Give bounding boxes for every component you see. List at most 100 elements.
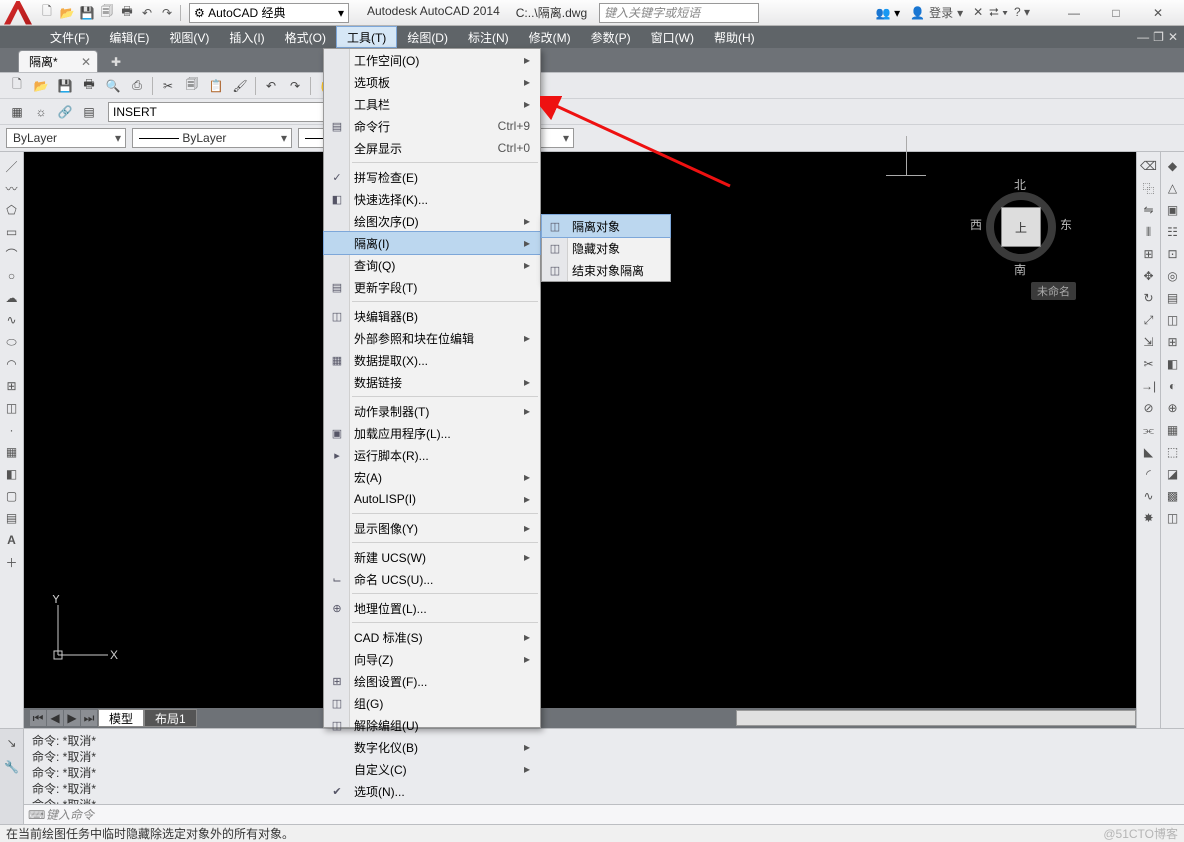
copy-icon[interactable]: ⿻ [1139,178,1159,198]
menu-item-全屏显示[interactable]: 全屏显示Ctrl+0 [324,137,540,159]
join-icon[interactable]: ⫘ [1139,420,1159,440]
menu-帮助(H)[interactable]: 帮助(H) [704,26,765,48]
palette5-icon[interactable]: ⊡ [1163,244,1183,264]
viewcube-south[interactable]: 南 [1014,261,1026,278]
move-icon[interactable]: ✥ [1139,266,1159,286]
infocenter-search-icon[interactable]: 👥 ▾ [876,6,900,20]
mdi-restore-icon[interactable]: ❐ [1153,30,1164,44]
mirror-icon[interactable]: ⇋ [1139,200,1159,220]
menu-绘图(D)[interactable]: 绘图(D) [397,26,458,48]
tab-model[interactable]: 模型 [98,709,144,727]
array-icon[interactable]: ⊞ [1139,244,1159,264]
insertblock-icon[interactable]: ⊞ [2,376,22,396]
qat-print-icon[interactable]: 🖶 [118,4,136,22]
help-icon[interactable]: ? ▾ [1014,5,1030,20]
menu-文件(F)[interactable]: 文件(F) [40,26,99,48]
menu-修改(M)[interactable]: 修改(M) [519,26,581,48]
menu-item-命令行[interactable]: ▤命令行Ctrl+9 [324,115,540,137]
stretch-icon[interactable]: ⇲ [1139,332,1159,352]
menu-item-加载应用程序(L)...[interactable]: ▣加载应用程序(L)... [324,422,540,444]
save-icon[interactable]: 💾 [54,75,76,97]
tab-next-icon[interactable]: ▶ [64,710,80,726]
menu-item-外部参照和块在位编辑[interactable]: 外部参照和块在位编辑▸ [324,327,540,349]
mdi-close-icon[interactable]: ✕ [1168,30,1178,44]
exchange-icon[interactable]: ✕ [973,5,983,20]
qat-save-icon[interactable]: 💾 [78,4,96,22]
menu-item-绘图次序(D)[interactable]: 绘图次序(D)▸ [324,210,540,232]
named-view-label[interactable]: 未命名 [1031,282,1076,300]
cmd-recent-icon[interactable]: ↘ [2,733,22,753]
redo-icon[interactable]: ↷ [284,75,306,97]
offset-icon[interactable]: ⫴ [1139,222,1159,242]
tab-layout1[interactable]: 布局1 [144,709,197,727]
palette16-icon[interactable]: ▩ [1163,486,1183,506]
palette1-icon[interactable]: ◆ [1163,156,1183,176]
menu-item-更新字段(T)[interactable]: ▤更新字段(T) [324,276,540,298]
makeblock-icon[interactable]: ◫ [2,398,22,418]
menu-工具(T)[interactable]: 工具(T) [336,26,397,48]
menu-item-显示图像(Y)[interactable]: 显示图像(Y)▸ [324,517,540,539]
open-icon[interactable]: 📂 [30,75,52,97]
stayconnected-icon[interactable]: ⮂ ▾ [989,5,1008,20]
hatch-icon[interactable]: ▦ [2,442,22,462]
region-icon[interactable]: ▢ [2,486,22,506]
palette13-icon[interactable]: ▦ [1163,420,1183,440]
revcloud-icon[interactable]: ☁ [2,288,22,308]
menu-窗口(W)[interactable]: 窗口(W) [641,26,704,48]
palette4-icon[interactable]: ☷ [1163,222,1183,242]
menu-item-地理位置(L)...[interactable]: ⊕地理位置(L)... [324,597,540,619]
palette10-icon[interactable]: ◧ [1163,354,1183,374]
gradient-icon[interactable]: ◧ [2,464,22,484]
mtext-icon[interactable]: A [2,530,22,550]
menu-item-块编辑器(B)[interactable]: ◫块编辑器(B) [324,305,540,327]
chamfer-icon[interactable]: ◣ [1139,442,1159,462]
menu-item-新建 UCS(W)[interactable]: 新建 UCS(W)▸ [324,546,540,568]
palette14-icon[interactable]: ⬚ [1163,442,1183,462]
menu-item-隔离对象[interactable]: ◫隔离对象 [542,215,670,237]
viewcube-north[interactable]: 北 [1014,176,1026,193]
new-document-tab[interactable]: ✚ [104,52,128,72]
tab-prev-icon[interactable]: ◀ [47,710,63,726]
qat-new-icon[interactable]: 🗋 [38,4,56,22]
menu-item-CAD 标准(S)[interactable]: CAD 标准(S)▸ [324,626,540,648]
menu-item-拼写检查(E)[interactable]: ✓拼写检查(E) [324,166,540,188]
viewcube-face[interactable]: 上 [1001,207,1041,247]
tab-first-icon[interactable]: ⏮ [30,710,46,726]
menu-item-隐藏对象[interactable]: ◫隐藏对象 [542,237,670,259]
publish-icon[interactable]: ⎙ [126,75,148,97]
menu-item-解除编组(U)[interactable]: ◫解除编组(U) [324,714,540,736]
qat-saveas-icon[interactable]: 🗐 [98,4,116,22]
qat-open-icon[interactable]: 📂 [58,4,76,22]
erase-icon[interactable]: ⌫ [1139,156,1159,176]
menu-item-向导(Z)[interactable]: 向导(Z)▸ [324,648,540,670]
mdi-min-icon[interactable]: — [1137,30,1149,44]
ellipsearc-icon[interactable]: ◠ [2,354,22,374]
menu-视图(V)[interactable]: 视图(V) [159,26,219,48]
linetype-combo[interactable]: ByLayer [132,128,292,148]
palette11-icon[interactable]: ◐ [1163,376,1183,396]
blend-icon[interactable]: ∿ [1139,486,1159,506]
color-combo[interactable]: ByLayer [6,128,126,148]
extend-icon[interactable]: →| [1139,376,1159,396]
xref-icon[interactable]: 🔗 [54,101,76,123]
menu-格式(O)[interactable]: 格式(O) [275,26,336,48]
document-tab[interactable]: 隔离* ✕ [18,50,98,72]
viewcube-west[interactable]: 西 [970,216,982,233]
qat-undo-icon[interactable]: ↶ [138,4,156,22]
menu-item-选项(N)...[interactable]: ✔选项(N)... [324,780,540,802]
scale-icon[interactable]: ⤢ [1139,310,1159,330]
block-icon[interactable]: ▦ [6,101,28,123]
arc-icon[interactable]: ⌒ [2,244,22,264]
view-cube[interactable]: 上 北 南 东 西 [966,172,1076,282]
menu-item-快速选择(K)...[interactable]: ◧快速选择(K)... [324,188,540,210]
menu-item-数据链接[interactable]: 数据链接▸ [324,371,540,393]
menu-item-数据提取(X)...[interactable]: ▦数据提取(X)... [324,349,540,371]
menu-item-选项板[interactable]: 选项板▸ [324,71,540,93]
palette6-icon[interactable]: ◎ [1163,266,1183,286]
polygon-icon[interactable]: ⬠ [2,200,22,220]
menu-item-查询(Q)[interactable]: 查询(Q)▸ [324,254,540,276]
help-search-input[interactable]: 键入关键字或短语 [599,3,759,23]
polyline-icon[interactable]: 〰 [2,178,22,198]
undo-icon[interactable]: ↶ [260,75,282,97]
rotate-icon[interactable]: ↻ [1139,288,1159,308]
